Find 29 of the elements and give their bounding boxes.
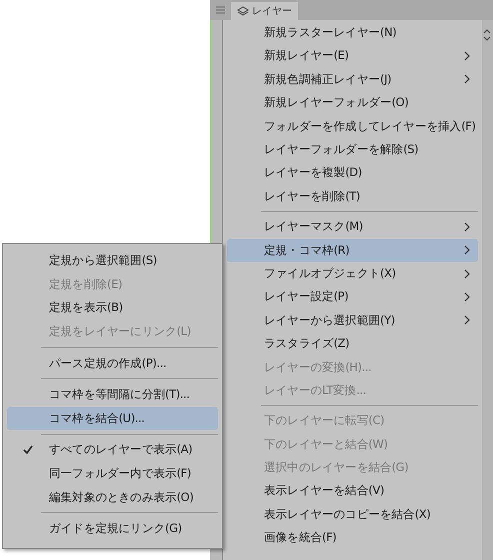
menu-item[interactable]: フォルダーを作成してレイヤーを挿入(F): [227, 114, 478, 138]
menu-item[interactable]: 編集対象のときのみ表示(O): [7, 485, 218, 509]
menu-item[interactable]: 同一フォルダー内で表示(F): [7, 462, 218, 486]
menu-item[interactable]: 定規・コマ枠(R): [227, 238, 478, 262]
menu-item[interactable]: 新規レイヤー(E): [227, 44, 478, 68]
menu-item[interactable]: コマ枠を等間隔に分割(T)...: [7, 382, 218, 407]
menu-item[interactable]: 新規レイヤーフォルダー(O): [227, 91, 478, 115]
menu-item[interactable]: ファイルオブジェクト(X): [227, 262, 478, 286]
menu-item[interactable]: レイヤーから選択範囲(Y): [227, 308, 478, 332]
menu-item[interactable]: ガイドを定規にリンク(G): [7, 516, 218, 541]
menu-item[interactable]: ラスタライズ(Z): [227, 332, 478, 356]
menu-item[interactable]: レイヤーマスク(M): [227, 215, 478, 239]
menu-item[interactable]: 新規ラスターレイヤー(N): [227, 21, 478, 44]
menu-item[interactable]: 表示レイヤーのコピーを結合(X): [227, 502, 478, 526]
menu-item[interactable]: 定規から選択範囲(S): [7, 249, 218, 273]
menu-item[interactable]: レイヤーを削除(T): [227, 184, 478, 208]
menu-item[interactable]: 定規を表示(B): [7, 296, 218, 320]
menu-item[interactable]: 画像を統合(F): [227, 526, 478, 550]
menu-item[interactable]: 表示レイヤーを結合(V): [227, 479, 478, 503]
menu-item[interactable]: レイヤー設定(P): [227, 285, 478, 309]
menu-item[interactable]: コマ枠を結合(U)...: [7, 406, 218, 430]
menu-item[interactable]: パース定規の作成(P)...: [7, 351, 218, 375]
menu-item[interactable]: すべてのレイヤーで表示(A): [7, 438, 218, 462]
menu-item[interactable]: レイヤーを複製(D): [227, 161, 478, 185]
panel-tab[interactable]: レイヤー: [231, 2, 298, 20]
menu-item[interactable]: 新規色調補正レイヤー(J): [227, 68, 478, 92]
scroll-arrows-icon[interactable]: [482, 26, 492, 43]
layers-icon: [237, 6, 249, 16]
menu-item[interactable]: レイヤーフォルダーを解除(S): [227, 138, 478, 162]
